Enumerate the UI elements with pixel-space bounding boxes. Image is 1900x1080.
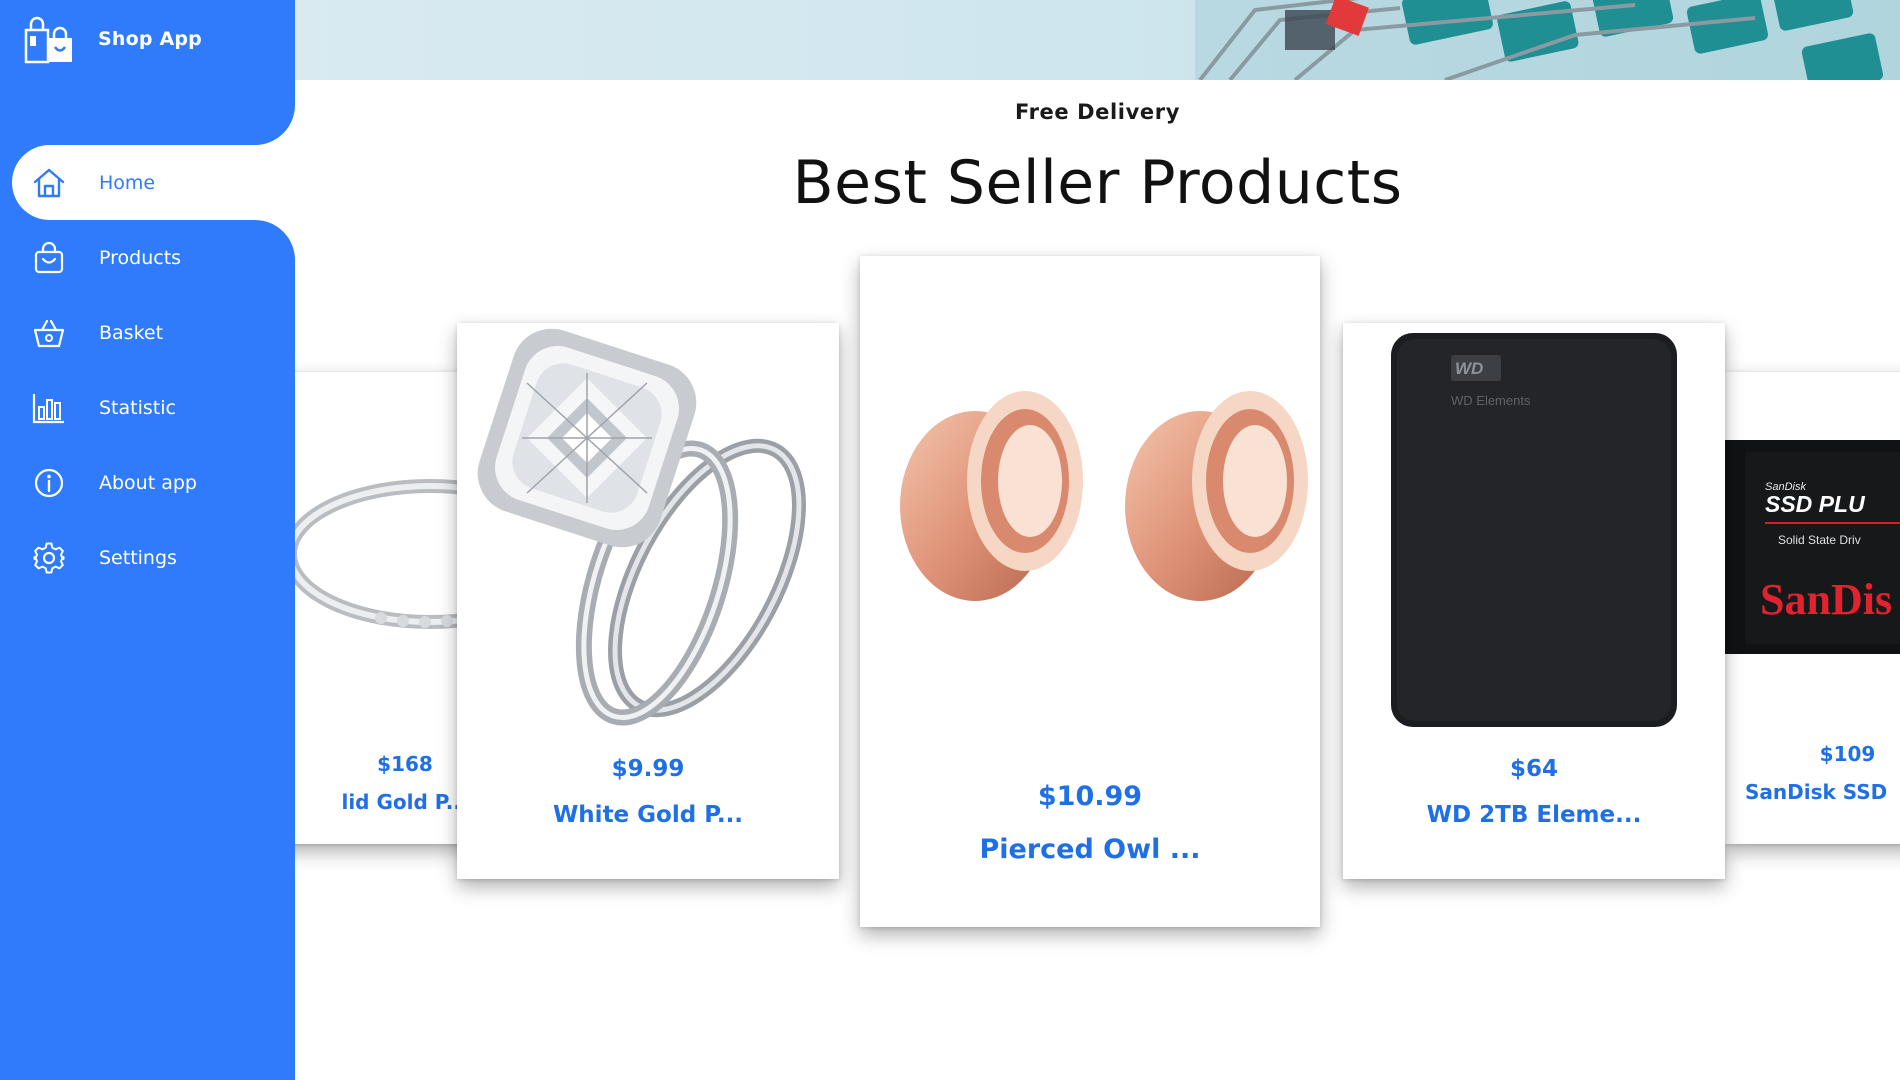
sandisk-model-text: SSD PLU — [1765, 491, 1866, 517]
home-icon — [33, 168, 65, 197]
sandisk-sub-text: Solid State Driv — [1778, 533, 1861, 547]
product-image: SanDisk SSD PLU Solid State Driv SanDis — [1725, 372, 1900, 702]
product-card[interactable]: $9.99 White Gold P... — [457, 323, 839, 879]
sidebar-item-label: Settings — [99, 546, 177, 569]
sidebar-item-products[interactable]: Products — [0, 220, 295, 295]
product-price: $64 — [1509, 756, 1558, 782]
basket-icon — [33, 319, 65, 347]
sidebar-item-statistic[interactable]: Statistic — [0, 370, 295, 445]
page-title: Best Seller Products — [792, 148, 1403, 218]
shopping-bag-icon — [34, 241, 64, 273]
product-name: White Gold P... — [552, 802, 744, 828]
sidebar-item-basket[interactable]: Basket — [0, 295, 295, 370]
wd-label-text: WD Elements — [1451, 393, 1531, 408]
product-image — [860, 256, 1320, 656]
app-name: Shop App — [98, 28, 202, 50]
brand[interactable]: Shop App — [24, 14, 202, 64]
product-name: SanDisk SSD — [1745, 780, 1888, 804]
product-card[interactable]: $10.99 Pierced Owl ... — [860, 256, 1320, 927]
product-image — [457, 323, 839, 733]
product-name: WD 2TB Eleme... — [1426, 802, 1642, 828]
sidebar-item-label: Home — [99, 171, 156, 194]
sidebar-item-home[interactable]: Home — [12, 145, 295, 220]
product-name: Pierced Owl ... — [979, 834, 1201, 865]
svg-text:WD: WD — [1455, 359, 1483, 378]
sidebar-item-settings[interactable]: Settings — [0, 520, 295, 595]
sidebar-item-label: Basket — [99, 321, 164, 344]
product-image: WD WD Elements — [1343, 323, 1725, 733]
bar-chart-icon — [32, 393, 64, 423]
main-content: Free Delivery Best Seller Products $168 … — [295, 0, 1900, 1080]
sidebar-item-label: Products — [99, 246, 182, 269]
info-icon — [34, 468, 64, 497]
product-card[interactable]: WD WD Elements $64 WD 2TB Eleme... — [1343, 323, 1725, 879]
sidebar-item-about-app[interactable]: About app — [0, 445, 295, 520]
shopping-bag-icon — [24, 16, 72, 64]
sidebar-item-label: Statistic — [99, 396, 176, 419]
gear-icon — [33, 542, 65, 573]
product-price: $9.99 — [611, 756, 685, 782]
sandisk-logo-text: SanDis — [1760, 575, 1892, 624]
sidebar: Shop App Home Products Basket Statistic … — [0, 0, 295, 1080]
sidebar-item-label: About app — [99, 471, 197, 494]
free-delivery-label: Free Delivery — [1014, 100, 1180, 124]
hero-banner-image — [295, 0, 1900, 80]
product-price: $10.99 — [1037, 781, 1143, 812]
product-card[interactable]: SanDisk SSD PLU Solid State Driv SanDis … — [1725, 372, 1900, 844]
product-price: $109 — [1819, 742, 1876, 766]
sidebar-nav: Home Products Basket Statistic About app… — [0, 145, 295, 595]
